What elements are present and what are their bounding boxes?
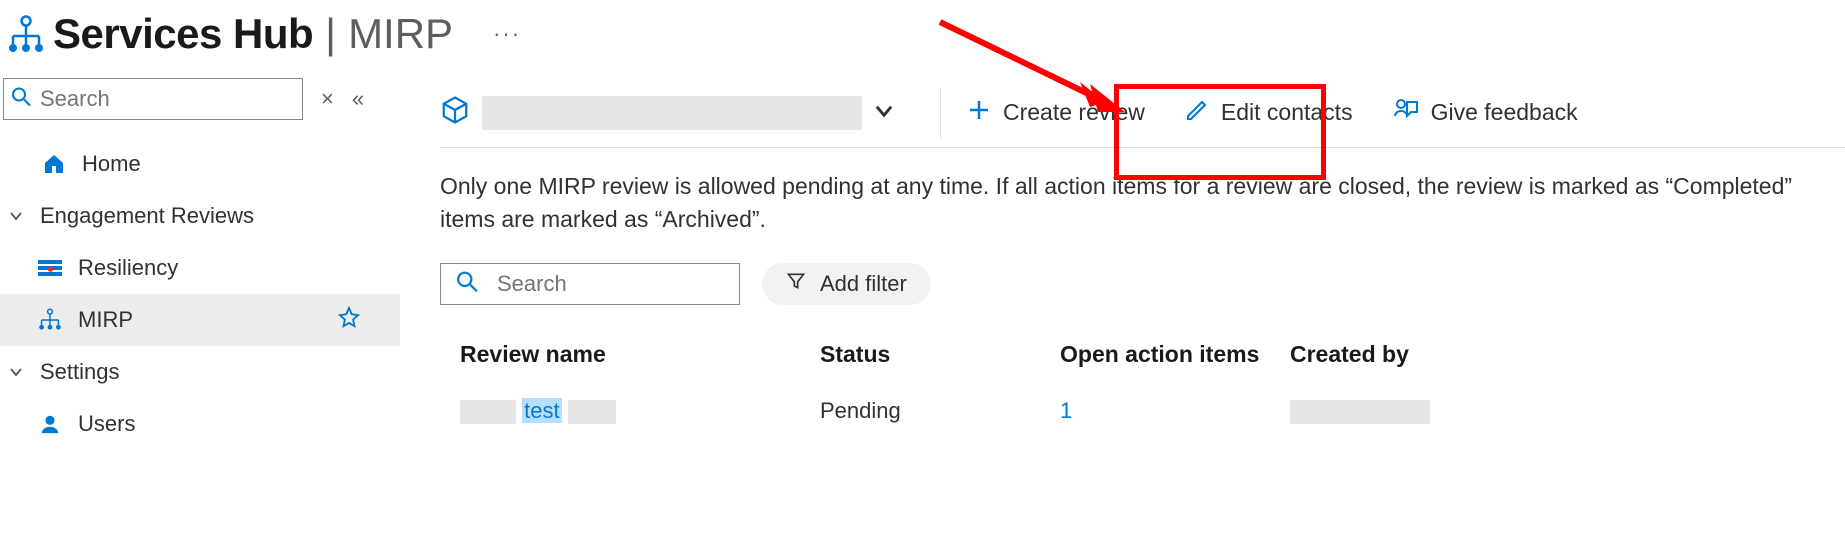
col-header-open[interactable]: Open action items: [1060, 341, 1290, 368]
sidebar-item-label: Users: [78, 411, 135, 437]
resiliency-icon: [36, 254, 64, 282]
collapse-sidebar-button[interactable]: «: [352, 86, 364, 112]
pencil-icon: [1185, 98, 1209, 128]
col-header-status[interactable]: Status: [820, 341, 1060, 368]
sidebar-item-label: Engagement Reviews: [40, 203, 254, 229]
mirp-icon: [36, 306, 64, 334]
create-review-label: Create review: [1003, 99, 1145, 126]
reviews-table: Review name Status Open action items Cre…: [440, 333, 1845, 434]
create-review-button[interactable]: Create review: [959, 92, 1153, 134]
sidebar-search-input[interactable]: [3, 78, 303, 120]
home-icon: [40, 150, 68, 178]
open-action-items-link[interactable]: 1: [1060, 398, 1290, 424]
command-bar: Create review Edit contacts Give feedbac…: [440, 78, 1845, 148]
redacted-text: [568, 400, 616, 424]
sidebar: × « Home Engagement Reviews: [0, 78, 400, 545]
sidebar-item-settings[interactable]: Settings: [0, 346, 400, 398]
more-button[interactable]: ···: [493, 21, 521, 47]
sidebar-item-mirp[interactable]: MIRP: [0, 294, 400, 346]
info-text: Only one MIRP review is allowed pending …: [440, 170, 1845, 237]
users-icon: [36, 410, 64, 438]
sidebar-item-label: Home: [82, 151, 141, 177]
sidebar-item-users[interactable]: Users: [0, 398, 400, 450]
give-feedback-label: Give feedback: [1431, 99, 1578, 126]
search-icon: [11, 87, 31, 112]
col-header-name[interactable]: Review name: [460, 341, 820, 368]
add-filter-label: Add filter: [820, 271, 907, 297]
main-content: Create review Edit contacts Give feedbac…: [400, 78, 1845, 545]
review-name-link[interactable]: test: [460, 398, 820, 424]
chevron-down-icon: [874, 97, 894, 128]
review-status: Pending: [820, 398, 1060, 424]
scope-selector[interactable]: [440, 95, 922, 130]
sidebar-item-label: MIRP: [78, 307, 133, 333]
sidebar-item-label: Resiliency: [78, 255, 178, 281]
give-feedback-button[interactable]: Give feedback: [1385, 92, 1586, 134]
col-header-created[interactable]: Created by: [1290, 341, 1845, 368]
redacted-text: [460, 400, 516, 424]
page-title: Services Hub: [53, 10, 313, 58]
feedback-icon: [1393, 98, 1419, 128]
filter-icon: [786, 271, 806, 297]
package-icon: [440, 95, 470, 130]
breadcrumb-current: MIRP: [348, 10, 453, 58]
add-filter-button[interactable]: Add filter: [762, 263, 931, 305]
divider: [940, 87, 941, 139]
edit-contacts-button[interactable]: Edit contacts: [1177, 92, 1361, 134]
review-name-text: test: [522, 398, 561, 423]
plus-icon: [967, 98, 991, 128]
created-by: [1290, 398, 1845, 424]
chevron-down-icon: [6, 365, 26, 379]
sidebar-item-home[interactable]: Home: [0, 138, 400, 190]
chevron-down-icon: [6, 209, 26, 223]
edit-contacts-label: Edit contacts: [1221, 99, 1353, 126]
sidebar-item-resiliency[interactable]: Resiliency: [0, 242, 400, 294]
favorite-star-icon[interactable]: [338, 306, 360, 334]
table-search-input[interactable]: [440, 263, 740, 305]
sidebar-item-engagement-reviews[interactable]: Engagement Reviews: [0, 190, 400, 242]
redacted-text: [1290, 400, 1430, 424]
breadcrumb-separator: |: [325, 10, 336, 58]
scope-value-redacted: [482, 96, 862, 130]
sidebar-item-label: Settings: [40, 359, 120, 385]
services-hub-icon: [3, 11, 49, 57]
clear-search-button[interactable]: ×: [321, 86, 334, 112]
table-row[interactable]: test Pending 1: [440, 388, 1845, 434]
search-icon: [456, 270, 478, 297]
